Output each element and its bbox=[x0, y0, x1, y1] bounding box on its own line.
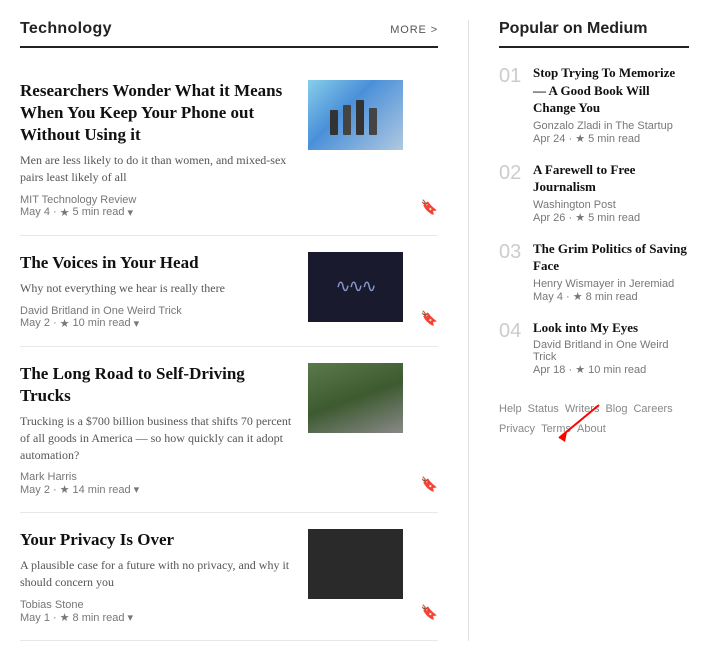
separator-dot: · bbox=[53, 612, 57, 624]
article-title[interactable]: The Long Road to Self-Driving Trucks bbox=[20, 363, 294, 407]
article-text: The Long Road to Self-Driving Trucks Tru… bbox=[20, 363, 294, 497]
article-date: May 4 bbox=[20, 206, 50, 218]
article-date: May 2 bbox=[20, 484, 50, 496]
article-meta: Mark Harris bbox=[20, 471, 294, 483]
read-time: 5 min read bbox=[73, 206, 125, 218]
red-arrow bbox=[549, 400, 609, 450]
more-link[interactable]: MORE > bbox=[390, 24, 438, 36]
star-icon: ★ bbox=[575, 212, 585, 224]
article-image[interactable] bbox=[308, 80, 403, 150]
footer-links: HelpStatusWritersBlogCareersPrivacyTerms… bbox=[499, 400, 689, 440]
popular-meta: Washington Post bbox=[533, 199, 689, 211]
article-subtitle: Men are less likely to do it than women,… bbox=[20, 152, 294, 186]
article-date: May 1 bbox=[20, 612, 50, 624]
chevron-down-icon[interactable]: ▾ bbox=[128, 206, 134, 219]
pub-name[interactable]: Tobias Stone bbox=[20, 599, 84, 611]
popular-number: 03 bbox=[499, 242, 523, 262]
star-icon: ★ bbox=[575, 364, 585, 376]
popular-number: 02 bbox=[499, 163, 523, 183]
bookmark-icon[interactable]: 🔖 bbox=[421, 477, 438, 494]
read-time: 8 min read bbox=[73, 612, 125, 624]
popular-list: 01 Stop Trying To Memorize — A Good Book… bbox=[499, 64, 689, 376]
article-item: Your Privacy Is Over A plausible case fo… bbox=[20, 513, 438, 641]
popular-meta: Henry Wismayer in Jeremiad bbox=[533, 278, 689, 290]
popular-text: The Grim Politics of Saving Face Henry W… bbox=[533, 240, 689, 303]
article-subtitle: Trucking is a $700 billion business that… bbox=[20, 413, 294, 463]
bookmark-icon[interactable]: 🔖 bbox=[421, 311, 438, 328]
article-text: Your Privacy Is Over A plausible case fo… bbox=[20, 529, 294, 624]
article-image[interactable] bbox=[308, 363, 403, 433]
popular-title[interactable]: Stop Trying To Memorize — A Good Book Wi… bbox=[533, 64, 689, 117]
article-item: Researchers Wonder What it Means When Yo… bbox=[20, 64, 438, 236]
article-text: Researchers Wonder What it Means When Yo… bbox=[20, 80, 294, 219]
star-icon: ★ bbox=[60, 611, 70, 624]
footer-link-privacy[interactable]: Privacy bbox=[499, 423, 535, 435]
popular-text: Stop Trying To Memorize — A Good Book Wi… bbox=[533, 64, 689, 145]
popular-title[interactable]: Look into My Eyes bbox=[533, 319, 689, 337]
star-icon: ★ bbox=[60, 483, 70, 496]
section-title: Technology bbox=[20, 20, 112, 38]
popular-text: Look into My Eyes David Britland in One … bbox=[533, 319, 689, 377]
popular-item: 01 Stop Trying To Memorize — A Good Book… bbox=[499, 64, 689, 145]
popular-date-read: Apr 24 · ★ 5 min read bbox=[533, 132, 689, 145]
read-time: 10 min read bbox=[73, 317, 131, 329]
article-text: The Voices in Your Head Why not everythi… bbox=[20, 252, 294, 330]
separator-dot: · bbox=[53, 206, 57, 218]
footer-link-careers[interactable]: Careers bbox=[633, 403, 672, 415]
popular-item: 03 The Grim Politics of Saving Face Henr… bbox=[499, 240, 689, 303]
article-title[interactable]: The Voices in Your Head bbox=[20, 252, 294, 274]
article-date: May 2 bbox=[20, 317, 50, 329]
bookmark-icon[interactable]: 🔖 bbox=[421, 605, 438, 622]
section-header: Technology MORE > bbox=[20, 20, 438, 48]
popular-title[interactable]: A Farewell to Free Journalism bbox=[533, 161, 689, 196]
read-time: 14 min read bbox=[73, 484, 131, 496]
popular-item: 02 A Farewell to Free Journalism Washing… bbox=[499, 161, 689, 224]
popular-date-read: Apr 18 · ★ 10 min read bbox=[533, 363, 689, 376]
popular-meta: Gonzalo Zladi in The Startup bbox=[533, 120, 689, 132]
article-meta-row2: May 2 · ★ 10 min read ▾ bbox=[20, 317, 294, 330]
article-image[interactable] bbox=[308, 529, 403, 599]
sidebar-title: Popular on Medium bbox=[499, 20, 689, 48]
popular-title[interactable]: The Grim Politics of Saving Face bbox=[533, 240, 689, 275]
article-meta-row2: May 1 · ★ 8 min read ▾ bbox=[20, 611, 294, 624]
separator-dot: · bbox=[53, 317, 57, 329]
article-subtitle: A plausible case for a future with no pr… bbox=[20, 557, 294, 591]
article-meta-row2: May 2 · ★ 14 min read ▾ bbox=[20, 483, 294, 496]
articles-list: Researchers Wonder What it Means When Yo… bbox=[20, 64, 438, 641]
article-meta-row2: May 4 · ★ 5 min read ▾ bbox=[20, 206, 294, 219]
popular-date-read: May 4 · ★ 8 min read bbox=[533, 290, 689, 303]
sidebar-column: Popular on Medium 01 Stop Trying To Memo… bbox=[469, 20, 689, 641]
star-icon: ★ bbox=[60, 317, 70, 330]
article-item: The Voices in Your Head Why not everythi… bbox=[20, 236, 438, 347]
popular-date-read: Apr 26 · ★ 5 min read bbox=[533, 211, 689, 224]
pub-name[interactable]: Mark Harris bbox=[20, 471, 77, 483]
footer-link-help[interactable]: Help bbox=[499, 403, 522, 415]
popular-text: A Farewell to Free Journalism Washington… bbox=[533, 161, 689, 224]
article-item: The Long Road to Self-Driving Trucks Tru… bbox=[20, 347, 438, 514]
pub-name[interactable]: MIT Technology Review bbox=[20, 194, 136, 206]
article-title[interactable]: Researchers Wonder What it Means When Yo… bbox=[20, 80, 294, 146]
main-column: Technology MORE > Researchers Wonder Wha… bbox=[20, 20, 469, 641]
chevron-down-icon[interactable]: ▾ bbox=[134, 317, 140, 330]
popular-meta: David Britland in One Weird Trick bbox=[533, 339, 689, 363]
article-subtitle: Why not everything we hear is really the… bbox=[20, 280, 294, 297]
article-meta: MIT Technology Review bbox=[20, 194, 294, 206]
bookmark-icon[interactable]: 🔖 bbox=[421, 200, 438, 217]
chevron-down-icon[interactable]: ▾ bbox=[134, 483, 140, 496]
star-icon: ★ bbox=[60, 206, 70, 219]
article-title[interactable]: Your Privacy Is Over bbox=[20, 529, 294, 551]
star-icon: ★ bbox=[573, 291, 583, 303]
popular-number: 04 bbox=[499, 321, 523, 341]
chevron-down-icon[interactable]: ▾ bbox=[128, 611, 134, 624]
popular-number: 01 bbox=[499, 66, 523, 86]
star-icon: ★ bbox=[575, 133, 585, 145]
article-image[interactable] bbox=[308, 252, 403, 322]
article-meta: David Britland in One Weird Trick bbox=[20, 305, 294, 317]
pub-name[interactable]: David Britland in One Weird Trick bbox=[20, 305, 182, 317]
popular-item: 04 Look into My Eyes David Britland in O… bbox=[499, 319, 689, 377]
separator-dot: · bbox=[53, 484, 57, 496]
article-meta: Tobias Stone bbox=[20, 599, 294, 611]
